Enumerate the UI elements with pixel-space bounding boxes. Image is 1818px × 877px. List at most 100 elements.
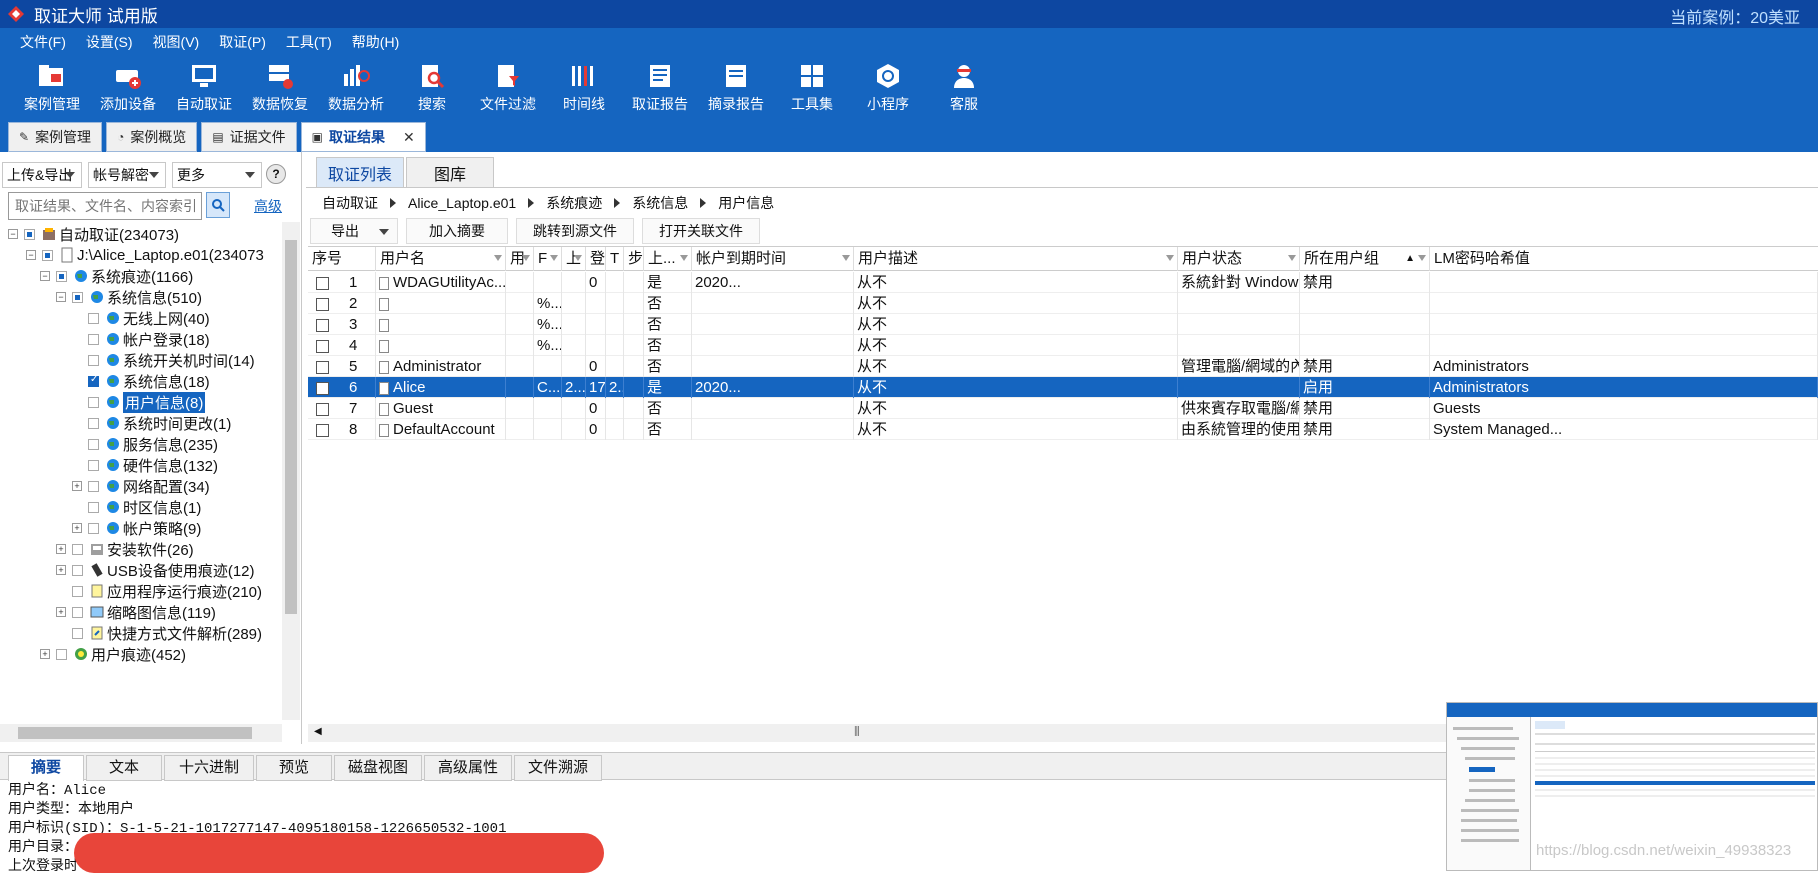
menu-help[interactable]: 帮助(H) [352, 32, 399, 52]
scroll-grip-icon[interactable]: ⦀ [854, 724, 860, 740]
breadcrumb-item[interactable]: Alice_Laptop.e01 [408, 195, 516, 211]
tab-summary[interactable]: 摘要 [8, 755, 84, 781]
tab-evidence-files[interactable]: ▤ 证据文件 [201, 122, 297, 152]
column-header[interactable]: 登 [586, 247, 606, 271]
table-row[interactable]: 2%... 否 从不 [308, 293, 1818, 314]
tree-checkbox[interactable] [88, 501, 99, 513]
column-header[interactable]: 用户状态 [1178, 247, 1300, 271]
tree-checkbox[interactable] [56, 648, 67, 660]
row-checkbox[interactable] [316, 360, 329, 374]
add-device-button[interactable]: 添加设备 [90, 56, 166, 118]
tab-forensics-results[interactable]: ▣ 取证结果 ✕ [300, 122, 426, 152]
filter-icon[interactable] [494, 255, 502, 261]
tree-checkbox[interactable] [72, 543, 83, 555]
table-row[interactable]: 3%... 否 从不 [308, 314, 1818, 335]
scroll-left-icon[interactable]: ◀ [314, 726, 322, 737]
column-header[interactable]: 帐户到期时间 [692, 247, 854, 271]
breadcrumb-item[interactable]: 系统信息 [632, 193, 688, 213]
table-row[interactable]: 8 DefaultAccount 0 否 从不 由系統管理的使用者帳戶。禁用 System … [308, 419, 1818, 440]
forensics-report-button[interactable]: 取证报告 [622, 56, 698, 118]
export-button[interactable]: 导出 [310, 218, 398, 244]
breadcrumb-item[interactable]: 用户信息 [718, 193, 774, 213]
search-button[interactable]: 搜索 [394, 56, 470, 118]
add-excerpt-button[interactable]: 加入摘要 [406, 218, 508, 244]
excerpt-report-button[interactable]: 摘录报告 [698, 56, 774, 118]
row-checkbox[interactable] [316, 318, 329, 332]
row-checkbox[interactable] [316, 276, 329, 290]
account-decrypt-dropdown[interactable]: 帐号解密 [88, 162, 166, 188]
filter-icon[interactable] [1418, 255, 1426, 261]
column-header[interactable]: 用 [506, 247, 534, 271]
tree-checkbox[interactable] [88, 333, 99, 345]
toolset-button[interactable]: 工具集 [774, 56, 850, 118]
column-header[interactable]: 序号 [308, 247, 376, 271]
filter-icon[interactable] [1288, 255, 1296, 261]
tree-checkbox[interactable] [72, 585, 83, 597]
file-filter-button[interactable]: 文件过滤 [470, 56, 546, 118]
filter-icon[interactable] [574, 255, 582, 261]
table-row[interactable]: 1 WDAGUtilityAc... 0 是 2020... 从不 系統針對 Windows… [308, 272, 1818, 293]
data-recovery-button[interactable]: 数据恢复 [242, 56, 318, 118]
tree-checkbox[interactable] [88, 374, 99, 387]
tree-checkbox[interactable] [88, 354, 99, 366]
tree-checkbox[interactable] [72, 564, 83, 576]
row-checkbox[interactable] [316, 381, 329, 395]
tree-checkbox[interactable] [24, 228, 35, 240]
expand-icon[interactable]: + [40, 649, 50, 659]
tree-checkbox[interactable] [88, 480, 99, 492]
tab-gallery[interactable]: 图库 [406, 157, 494, 187]
close-icon[interactable]: ✕ [403, 129, 415, 146]
more-dropdown[interactable]: 更多 [172, 162, 262, 188]
collapse-icon[interactable]: − [56, 292, 66, 302]
data-analysis-button[interactable]: 数据分析 [318, 56, 394, 118]
tab-case-overview[interactable]: ◔ 案例概览 [106, 122, 198, 152]
breadcrumb-item[interactable]: 系统痕迹 [546, 193, 602, 213]
tree-checkbox[interactable] [72, 627, 83, 639]
tree-vertical-scrollbar[interactable] [282, 222, 300, 720]
open-related-file-button[interactable]: 打开关联文件 [642, 218, 760, 244]
menu-tools[interactable]: 工具(T) [286, 32, 332, 52]
table-row[interactable]: 7 Guest 0 否 从不 供來賓存取電腦/網域之用的內建帳戶禁用 Guests [308, 398, 1818, 419]
tree-checkbox[interactable] [88, 417, 99, 429]
filter-icon[interactable] [550, 255, 558, 261]
column-header[interactable]: 步 [624, 247, 644, 271]
filter-icon[interactable] [842, 255, 850, 261]
tree-checkbox[interactable] [72, 606, 83, 618]
menu-view[interactable]: 视图(V) [153, 32, 200, 52]
tab-file-tracing[interactable]: 文件溯源 [514, 755, 602, 781]
breadcrumb-item[interactable]: 自动取证 [322, 193, 378, 213]
table-row[interactable]: 6AliceC...2...172...是2020...从不启用Administ… [308, 377, 1818, 398]
column-header[interactable]: LM密码哈希值 [1430, 247, 1818, 271]
filter-icon[interactable] [522, 255, 530, 261]
collapse-icon[interactable]: − [40, 271, 50, 281]
advanced-search-link[interactable]: 高级 [254, 196, 282, 216]
jump-to-source-button[interactable]: 跳转到源文件 [516, 218, 634, 244]
column-header[interactable]: 上 [562, 247, 586, 271]
customer-service-button[interactable]: 客服 [926, 56, 1002, 118]
tree-checkbox[interactable] [42, 249, 53, 261]
row-checkbox[interactable] [316, 339, 329, 353]
tab-case-management[interactable]: ✎ 案例管理 [8, 122, 103, 152]
expand-icon[interactable]: + [56, 544, 66, 554]
timeline-button[interactable]: 时间线 [546, 56, 622, 118]
search-button[interactable] [206, 192, 230, 218]
tree-horizontal-scrollbar[interactable] [0, 724, 282, 742]
tab-text[interactable]: 文本 [86, 755, 162, 781]
collapse-icon[interactable]: − [8, 229, 18, 239]
filter-icon[interactable] [680, 255, 688, 261]
tab-forensics-list[interactable]: 取证列表 [316, 157, 404, 187]
tree-checkbox[interactable] [88, 396, 99, 408]
expand-icon[interactable]: + [72, 481, 82, 491]
tab-hex[interactable]: 十六进制 [164, 755, 254, 781]
table-row[interactable]: 4%... 否 从不 [308, 335, 1818, 356]
tree-checkbox[interactable] [72, 291, 83, 303]
expand-icon[interactable]: + [56, 565, 66, 575]
menu-settings[interactable]: 设置(S) [86, 32, 133, 52]
row-checkbox[interactable] [316, 402, 329, 416]
help-icon[interactable]: ? [266, 164, 286, 184]
tree-checkbox[interactable] [88, 459, 99, 471]
current-case-label[interactable]: 当前案例：20美亚 [1670, 4, 1800, 28]
tree-checkbox[interactable] [88, 438, 99, 450]
tab-preview[interactable]: 预览 [256, 755, 332, 781]
scrollbar-thumb[interactable] [18, 727, 252, 739]
